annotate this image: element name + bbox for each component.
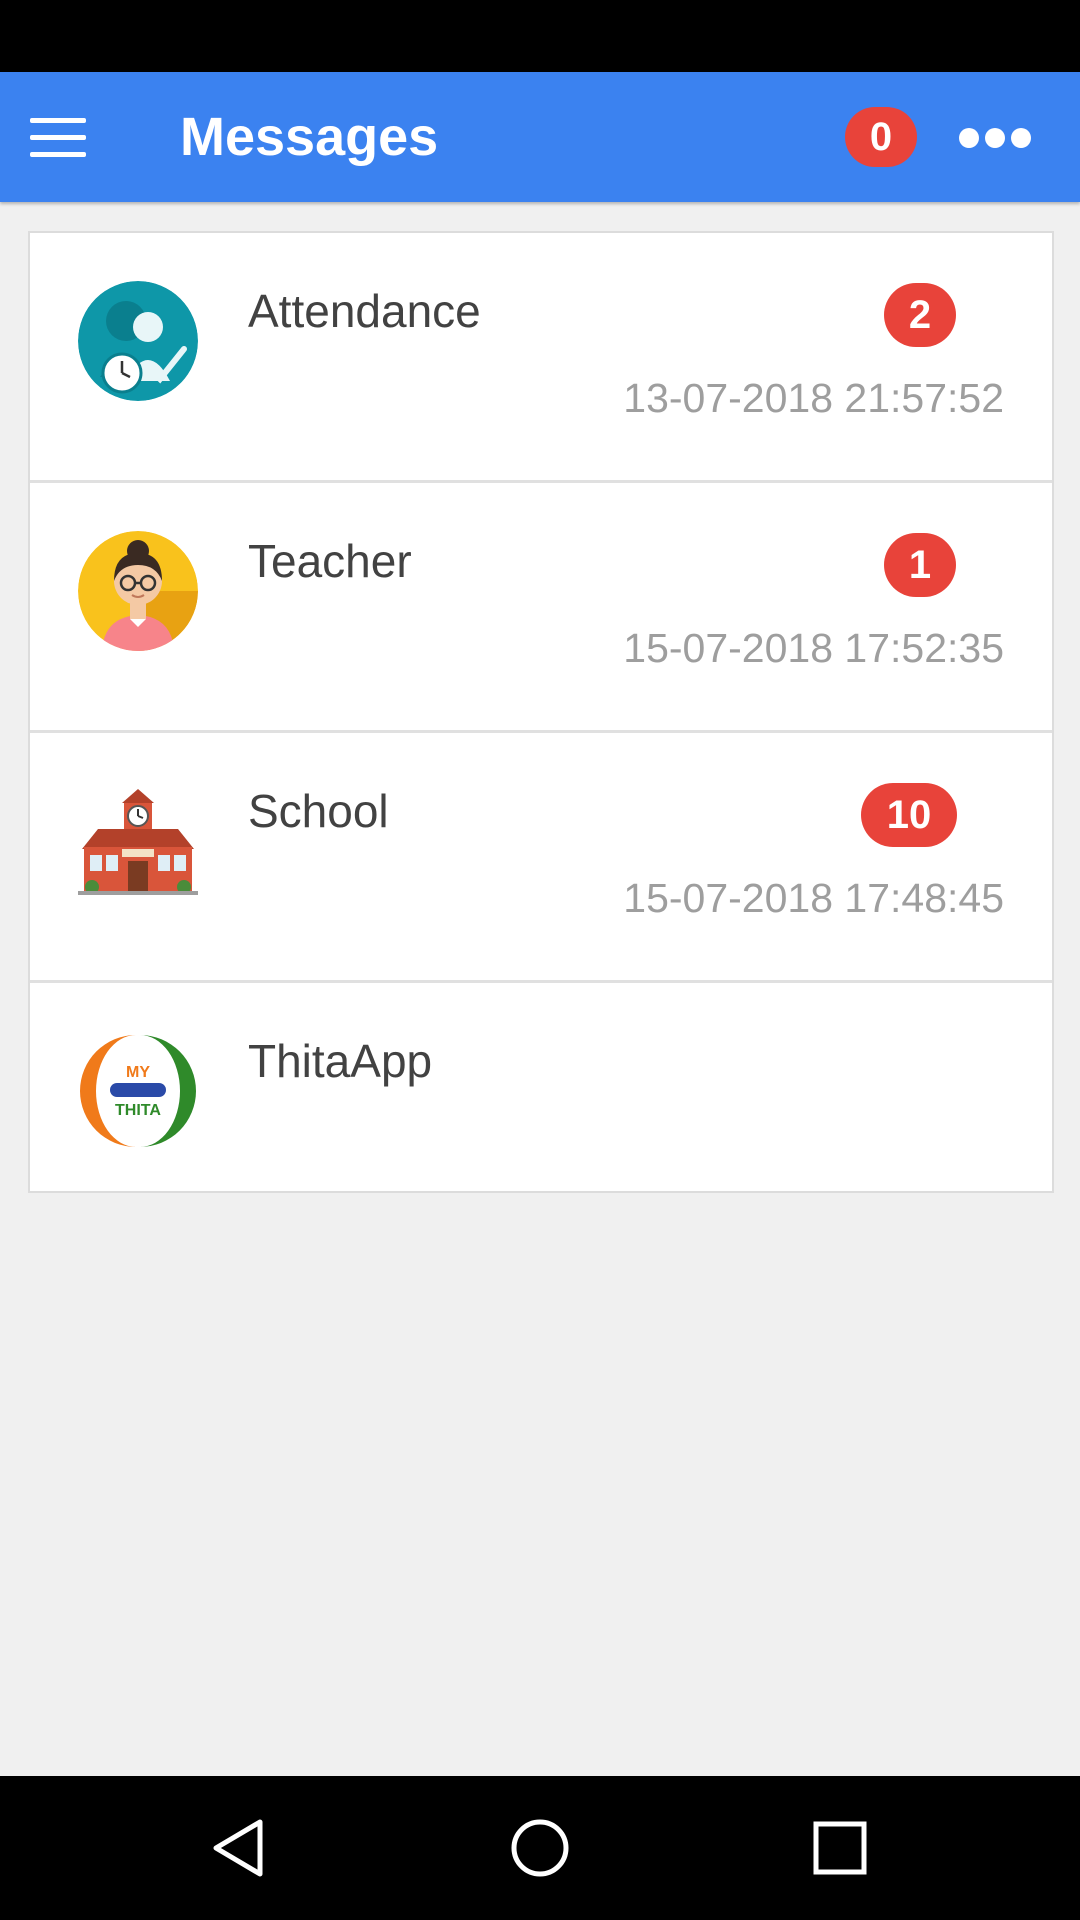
list-item-time: 15-07-2018 17:48:45	[623, 875, 1004, 921]
dot	[985, 128, 1005, 148]
unread-badge: 10	[861, 783, 957, 847]
home-icon[interactable]	[508, 1816, 572, 1880]
list-item-teacher[interactable]: Teacher 1 15-07-2018 17:52:35	[30, 483, 1052, 733]
hamburger-line	[30, 135, 86, 140]
list-item-title: Attendance	[248, 285, 481, 337]
attendance-icon	[78, 281, 198, 401]
logo-text-my: MY	[126, 1064, 150, 1081]
message-list: Attendance 2 13-07-2018 21:57:52 Teacher…	[28, 231, 1054, 1193]
list-item-title: School	[248, 785, 389, 837]
hamburger-line	[30, 152, 86, 157]
back-icon[interactable]	[208, 1816, 272, 1880]
thita-logo-icon: MY THITA	[78, 1031, 198, 1151]
unread-badge: 2	[884, 283, 956, 347]
list-item-time: 15-07-2018 17:52:35	[623, 625, 1004, 671]
unread-badge: 1	[884, 533, 956, 597]
list-item-school[interactable]: School 10 15-07-2018 17:48:45	[30, 733, 1052, 983]
notification-badge[interactable]: 0	[845, 107, 917, 167]
app-bar: Messages 0	[0, 72, 1080, 202]
teacher-icon	[78, 531, 198, 651]
navigation-bar	[0, 1776, 1080, 1920]
page-title: Messages	[180, 107, 439, 167]
list-item-title: ThitaApp	[248, 1035, 433, 1087]
list-item-thitaapp[interactable]: MY THITA ThitaApp	[30, 983, 1052, 1191]
dot	[1011, 128, 1031, 148]
menu-button[interactable]	[26, 110, 90, 164]
list-item-time: 13-07-2018 21:57:52	[623, 375, 1004, 421]
status-bar	[0, 0, 1080, 72]
hamburger-line	[30, 118, 86, 123]
school-icon	[78, 781, 198, 901]
more-options-button[interactable]	[955, 117, 1035, 157]
logo-text-thita: THITA	[115, 1102, 161, 1119]
recents-icon[interactable]	[808, 1816, 872, 1880]
list-item-attendance[interactable]: Attendance 2 13-07-2018 21:57:52	[30, 233, 1052, 483]
dot	[959, 128, 979, 148]
list-item-title: Teacher	[248, 535, 412, 587]
